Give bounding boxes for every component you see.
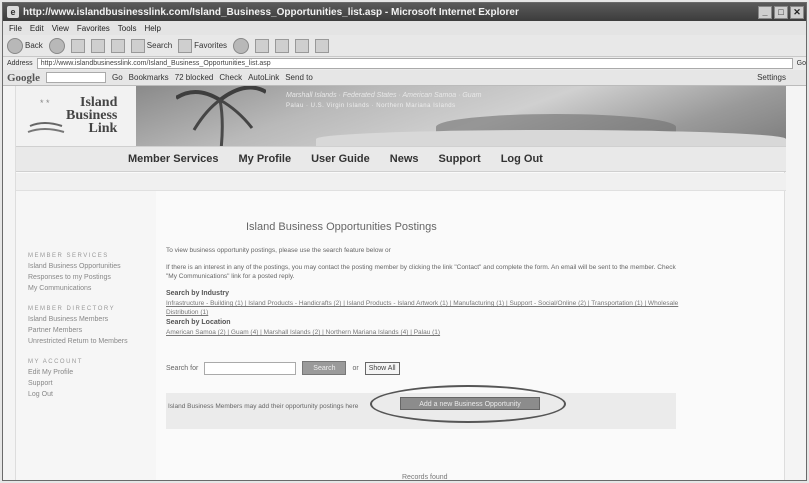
search-row: Search for Search or Show All [166, 361, 400, 375]
close-button[interactable]: ✕ [790, 5, 804, 19]
show-all-button[interactable]: Show All [364, 361, 400, 375]
sidebar-group-member-services: MEMBER SERVICES Island Business Opportun… [28, 253, 156, 294]
sidebar-heading: MEMBER DIRECTORY [28, 306, 116, 312]
refresh-icon[interactable] [90, 38, 105, 53]
main-content: Island Business Opportunities Postings T… [166, 191, 766, 481]
google-go-button[interactable]: Go [112, 73, 123, 82]
sidebar-item-return-to-members[interactable]: Unrestricted Return to Members [28, 336, 156, 347]
ie-icon: e [7, 6, 19, 18]
nav-user-guide[interactable]: User Guide [311, 153, 370, 165]
sidebar-group-member-directory: MEMBER DIRECTORY Island Business Members… [28, 306, 156, 347]
search-submit-button[interactable]: Search [302, 361, 347, 375]
or-text: or [352, 364, 359, 372]
banner-caption: Marshall Islands · Federated States · Am… [286, 92, 482, 99]
window-title: http://www.islandbusinesslink.com/Island… [23, 6, 519, 18]
back-arrow-icon [7, 37, 23, 54]
title-bar: e http://www.islandbusinesslink.com/Isla… [3, 3, 806, 21]
logo-swoosh-icon: * * [27, 98, 65, 133]
banner-beach [316, 130, 786, 146]
mail-icon[interactable] [255, 38, 270, 53]
sidebar-group-my-account: MY ACCOUNT Edit My Profile Support Log O… [28, 359, 156, 400]
sidebar-item-partner-members[interactable]: Partner Members [28, 325, 156, 336]
nav-news[interactable]: News [390, 153, 419, 165]
site-nav: Member Services My Profile User Guide Ne… [16, 146, 786, 172]
browser-window: e http://www.islandbusinesslink.com/Isla… [2, 2, 807, 481]
address-field[interactable]: http://www.islandbusinesslink.com/Island… [36, 58, 793, 69]
add-posting-row: Island Business Members may add their op… [166, 385, 676, 429]
home-icon[interactable] [110, 38, 125, 53]
sidebar-item-business-members[interactable]: Island Business Members [28, 314, 156, 325]
description-text: If there is an interest in any of the po… [166, 264, 676, 280]
search-label: Search for [166, 364, 199, 372]
google-search-input[interactable] [46, 72, 106, 83]
sidebar-item-support[interactable]: Support [28, 378, 156, 389]
location-label: Search by Location [166, 319, 231, 326]
svg-text:* *: * * [40, 98, 50, 108]
location-links[interactable]: American Samoa (2) | Guam (4) | Marshall… [166, 328, 686, 337]
search-icon [130, 38, 145, 53]
add-posting-text: Island Business Members may add their op… [168, 403, 359, 410]
records-found-text: Records found [402, 474, 448, 481]
stop-icon[interactable] [70, 38, 85, 53]
nav-member-services[interactable]: Member Services [128, 153, 219, 165]
nav-log-out[interactable]: Log Out [501, 153, 543, 165]
go-button[interactable]: Go [797, 60, 806, 67]
maximize-button[interactable]: □ [774, 5, 788, 19]
spellcheck-button[interactable]: Check [219, 73, 242, 82]
site-banner: * * Island Business Link Marshall Island… [16, 86, 786, 146]
search-input[interactable] [204, 361, 297, 375]
banner-photo: Marshall Islands · Federated States · Am… [136, 86, 786, 146]
forward-arrow-icon[interactable] [48, 37, 65, 54]
highlight-ellipse [370, 385, 566, 423]
send-to-button[interactable]: Send to [285, 73, 313, 82]
menu-favorites[interactable]: Favorites [77, 24, 110, 33]
sidebar-item-communications[interactable]: My Communications [28, 283, 156, 294]
google-toolbar: Google Go Bookmarks 72 blocked Check Aut… [3, 70, 806, 86]
menu-view[interactable]: View [52, 24, 69, 33]
industry-links[interactable]: Infrastructure - Building (1) | Island P… [166, 299, 686, 317]
menu-tools[interactable]: Tools [118, 24, 137, 33]
favorites-button[interactable]: Favorites [178, 38, 227, 53]
nav-my-profile[interactable]: My Profile [239, 153, 292, 165]
back-button[interactable]: Back [7, 37, 43, 54]
standard-toolbar: Back Search Favorites [3, 35, 806, 57]
address-bar: Address http://www.islandbusinesslink.co… [3, 57, 806, 70]
star-icon [178, 38, 193, 53]
edit-icon[interactable] [295, 38, 310, 53]
menu-file[interactable]: File [9, 24, 22, 33]
page-viewport[interactable]: * * Island Business Link Marshall Island… [3, 86, 806, 481]
site-logo[interactable]: * * Island Business Link [26, 92, 136, 142]
industry-label: Search by Industry [166, 290, 230, 297]
sidebar-item-edit-profile[interactable]: Edit My Profile [28, 367, 156, 378]
sidebar-item-log-out[interactable]: Log Out [28, 389, 156, 400]
settings-button[interactable]: Settings [757, 73, 786, 82]
sidebar: MEMBER SERVICES Island Business Opportun… [16, 191, 156, 480]
sidebar-item-opportunities[interactable]: Island Business Opportunities [28, 261, 156, 272]
logo-text: Island Business Link [66, 95, 118, 136]
history-icon[interactable] [233, 37, 250, 54]
menu-help[interactable]: Help [144, 24, 160, 33]
minimize-button[interactable]: _ [758, 5, 772, 19]
search-button[interactable]: Search [130, 38, 172, 53]
popup-blocked-button[interactable]: 72 blocked [175, 73, 214, 82]
address-label: Address [7, 60, 33, 67]
bookmarks-button[interactable]: Bookmarks [129, 73, 169, 82]
autolink-button[interactable]: AutoLink [248, 73, 279, 82]
sidebar-heading: MEMBER SERVICES [28, 253, 109, 259]
print-icon[interactable] [275, 38, 290, 53]
banner-caption-secondary: Palau · U.S. Virgin Islands · Northern M… [286, 103, 456, 109]
sidebar-heading: MY ACCOUNT [28, 359, 83, 365]
palm-tree-icon [176, 86, 266, 146]
nav-divider [16, 173, 786, 191]
page-title: Island Business Opportunities Postings [246, 221, 437, 233]
site-container: * * Island Business Link Marshall Island… [15, 86, 786, 481]
intro-text: To view business opportunity postings, p… [166, 247, 391, 254]
menu-edit[interactable]: Edit [30, 24, 44, 33]
google-logo[interactable]: Google [7, 72, 40, 84]
discuss-icon[interactable] [315, 38, 330, 53]
nav-support[interactable]: Support [439, 153, 481, 165]
sidebar-item-responses[interactable]: Responses to my Postings [28, 272, 156, 283]
menu-bar: File Edit View Favorites Tools Help [3, 21, 806, 35]
